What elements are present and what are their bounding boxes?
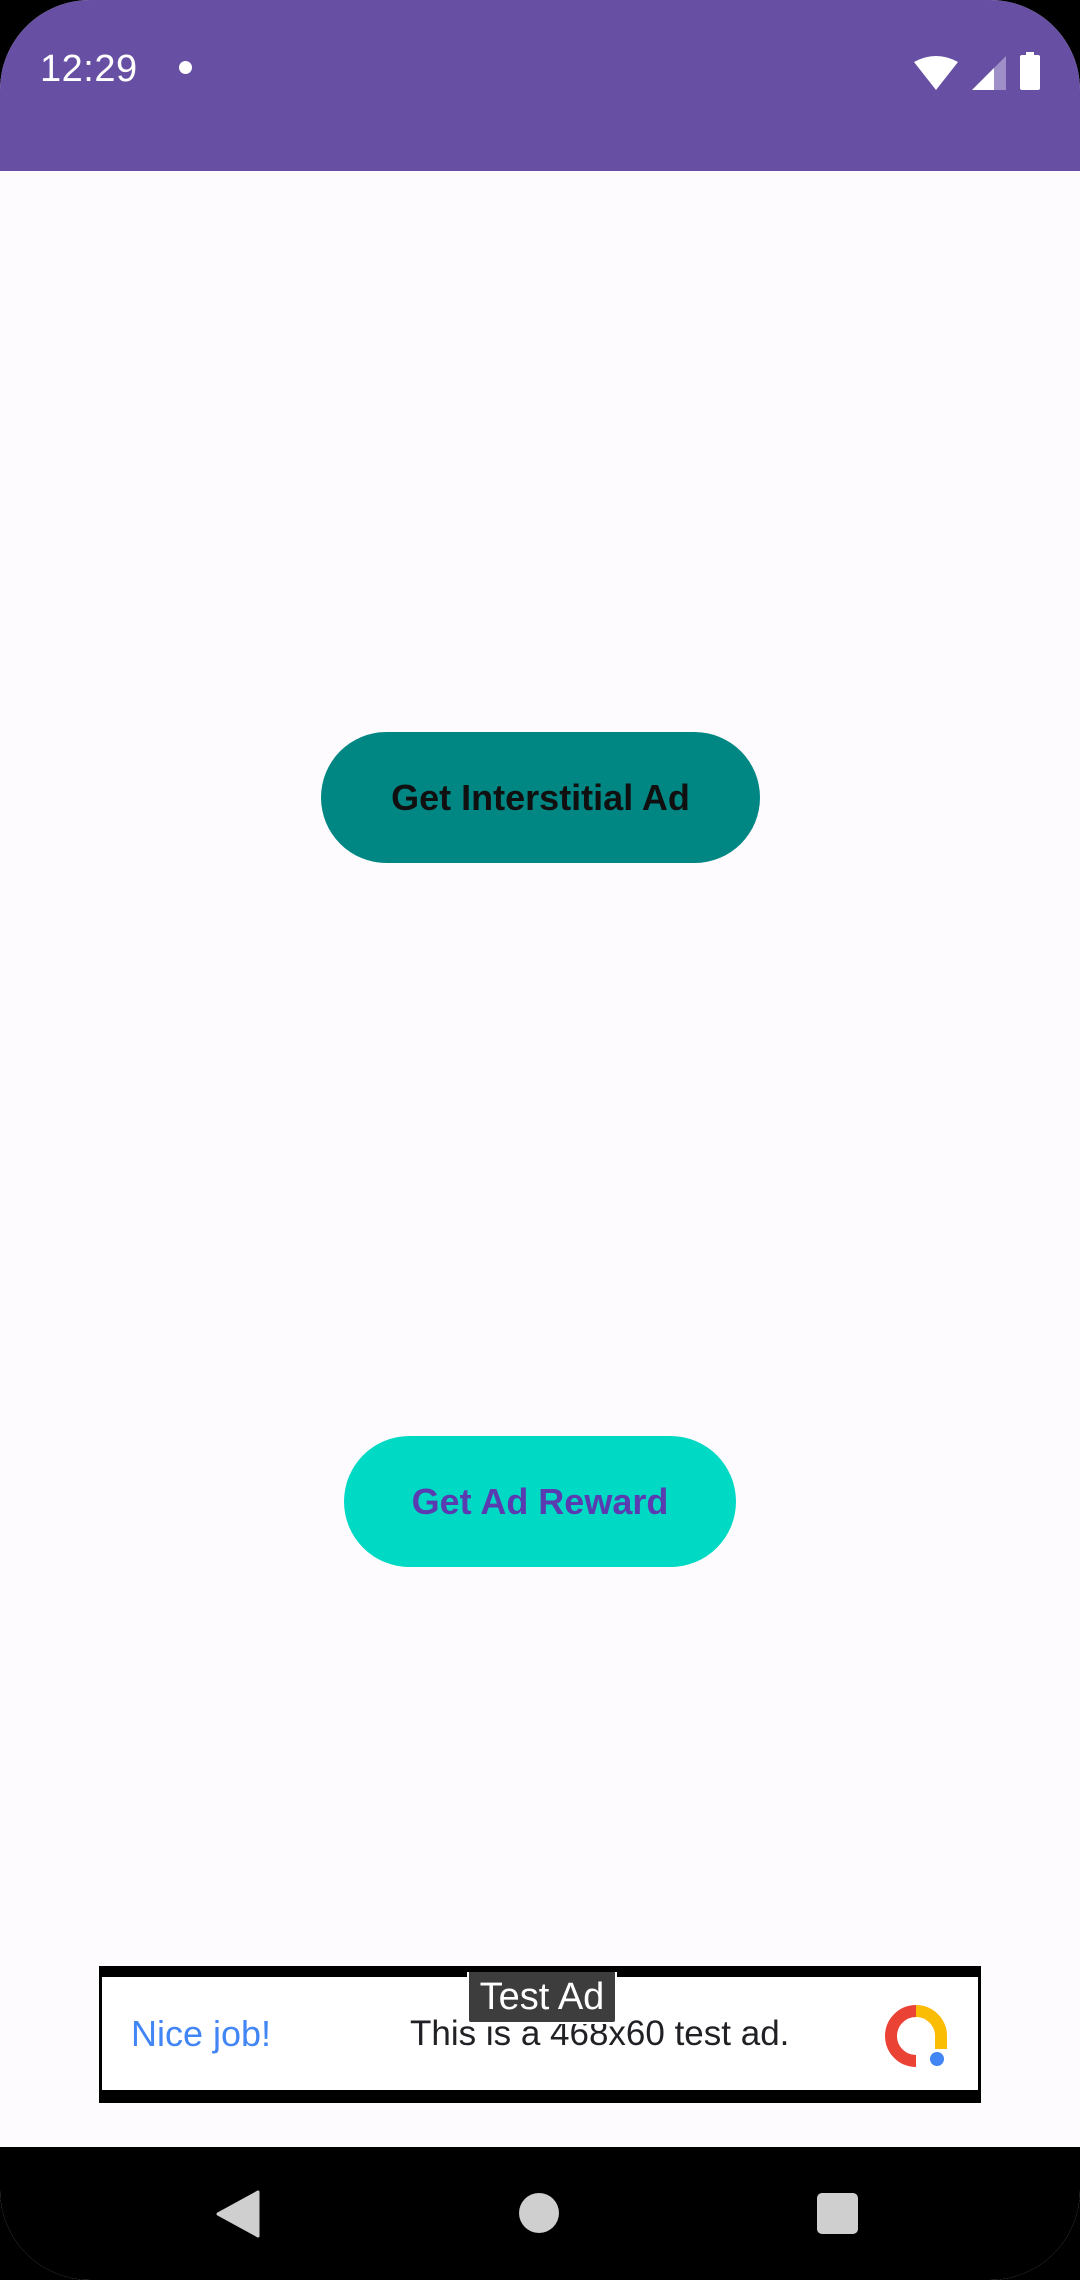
get-ad-reward-button[interactable]: Get Ad Reward bbox=[344, 1436, 736, 1567]
app-screen: 12:29 Get Interstitial Ad Get Ad Reward … bbox=[0, 0, 1080, 2280]
admob-logo-icon[interactable] bbox=[885, 2005, 947, 2067]
status-time: 12:29 bbox=[40, 48, 138, 90]
notification-dot-icon bbox=[179, 61, 192, 74]
status-icons bbox=[914, 46, 1040, 90]
wifi-icon bbox=[914, 56, 958, 90]
recents-icon[interactable] bbox=[817, 2193, 858, 2234]
battery-icon bbox=[1020, 52, 1040, 90]
test-ad-label: Test Ad bbox=[467, 1972, 617, 2024]
get-interstitial-ad-button[interactable]: Get Interstitial Ad bbox=[321, 732, 760, 863]
ad-headline[interactable]: Nice job! bbox=[131, 2012, 271, 2056]
status-bar: 12:29 bbox=[0, 0, 1080, 171]
home-icon[interactable] bbox=[519, 2193, 559, 2233]
back-icon[interactable] bbox=[216, 2190, 260, 2243]
signal-icon bbox=[972, 56, 1006, 90]
